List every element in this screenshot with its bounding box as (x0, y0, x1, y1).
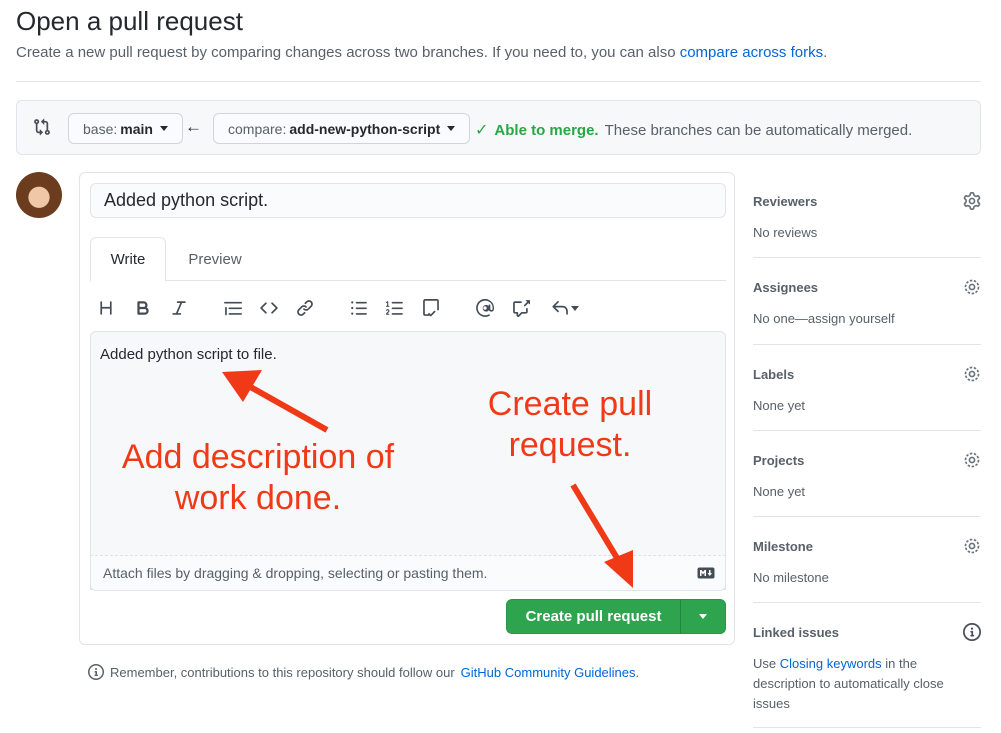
subtitle-suffix: . (823, 44, 828, 61)
chevron-down-icon (571, 305, 579, 311)
annotation-create: Create pull request. (460, 384, 680, 466)
sidebar-milestone[interactable]: Milestone No milestone (753, 537, 981, 603)
linked-issues-value: Use Closing keywords in the description … (753, 654, 968, 714)
annotation-description-line2: work done. (174, 478, 342, 517)
code-icon[interactable] (258, 297, 280, 319)
milestone-heading: Milestone (753, 539, 813, 554)
compare-label: compare: (228, 120, 287, 137)
description-text: Added python script to file. (100, 346, 277, 363)
sidebar-labels[interactable]: Labels None yet (753, 365, 981, 431)
base-label: base: (83, 120, 118, 137)
heading-icon[interactable] (95, 297, 117, 319)
markdown-icon[interactable] (697, 567, 715, 579)
markdown-toolbar (90, 291, 726, 325)
cross-reference-icon[interactable] (510, 297, 532, 319)
projects-value: None yet (753, 484, 806, 499)
annotation-description-line1: Add description of (121, 438, 395, 476)
reviewers-heading: Reviewers (753, 194, 818, 209)
merge-status: ✓ Able to merge. These branches can be a… (475, 120, 912, 140)
milestone-value: No milestone (753, 570, 829, 585)
sidebar-projects[interactable]: Projects None yet (753, 451, 981, 517)
page-title: Open a pull request (16, 6, 243, 36)
arrow-left-icon: ← (185, 117, 202, 136)
gear-icon[interactable] (963, 365, 981, 383)
link-icon[interactable] (294, 297, 316, 319)
annotation-description: Add description of work done. (108, 437, 408, 519)
branch-range-bar: base: main ← compare: add-new-python-scr… (16, 100, 981, 155)
sidebar-reviewers[interactable]: Reviewers No reviews (753, 192, 981, 258)
header-divider (16, 81, 981, 82)
compare-value: add-new-python-script (289, 120, 441, 137)
ordered-list-icon[interactable] (384, 297, 406, 319)
title-input[interactable] (90, 183, 726, 218)
sidebar-assignees[interactable]: Assignees No one—assign yourself (753, 278, 981, 345)
mention-icon[interactable] (474, 297, 496, 319)
tab-write[interactable]: Write (90, 237, 166, 282)
compare-branch-select[interactable]: compare: add-new-python-script (213, 113, 471, 144)
merge-detail-text: These branches can be automatically merg… (604, 121, 913, 139)
linked-prefix: Use (753, 656, 777, 671)
avatar[interactable] (16, 172, 62, 218)
gear-icon[interactable] (963, 278, 981, 296)
reply-icon[interactable] (548, 297, 582, 319)
info-icon (88, 664, 104, 680)
base-value: main (120, 120, 153, 137)
italic-icon[interactable] (168, 297, 190, 319)
attach-files-text: Attach files by dragging & dropping, sel… (103, 565, 488, 581)
reviewers-value: No reviews (753, 225, 818, 240)
linked-issues-heading: Linked issues (753, 625, 839, 640)
create-pull-request-button[interactable]: Create pull request (506, 599, 681, 634)
quote-icon[interactable] (222, 297, 244, 319)
guidelines-suffix: . (635, 664, 640, 680)
chevron-down-icon (447, 126, 456, 131)
gear-icon[interactable] (963, 537, 981, 555)
bold-icon[interactable] (132, 297, 154, 319)
subtitle-text: Create a new pull request by comparing c… (16, 44, 676, 61)
chevron-down-icon (699, 614, 707, 619)
assignees-value: No one—assign yourself (753, 311, 895, 326)
gear-icon[interactable] (963, 451, 981, 469)
check-icon: ✓ (475, 122, 489, 139)
guidelines-text: Remember, contributions to this reposito… (110, 664, 455, 680)
labels-heading: Labels (753, 367, 795, 382)
info-icon[interactable] (963, 623, 981, 641)
tab-preview[interactable]: Preview (177, 237, 253, 281)
assignees-heading: Assignees (753, 280, 819, 295)
sidebar-linked-issues: Linked issues Use Closing keywords in th… (753, 623, 981, 728)
create-options-dropdown[interactable] (680, 599, 726, 634)
compare-across-forks-link[interactable]: compare across forks (680, 44, 823, 61)
editor-tabs: Write Preview (90, 237, 726, 282)
gear-icon[interactable] (963, 192, 981, 210)
annotation-create-line1: Create pull (487, 385, 653, 423)
attach-files-bar[interactable]: Attach files by dragging & dropping, sel… (90, 555, 726, 591)
unordered-list-icon[interactable] (348, 297, 370, 319)
projects-heading: Projects (753, 453, 805, 468)
chevron-down-icon (159, 126, 168, 131)
task-list-icon[interactable] (420, 297, 442, 319)
closing-keywords-link[interactable]: Closing keywords (780, 656, 882, 671)
page-subtitle: Create a new pull request by comparing c… (16, 44, 827, 61)
community-guidelines-note: Remember, contributions to this reposito… (88, 664, 639, 680)
labels-value: None yet (753, 398, 806, 413)
base-branch-select[interactable]: base: main (68, 113, 183, 144)
merge-ok-text: Able to merge. (494, 121, 599, 139)
annotation-create-line2: request. (508, 425, 632, 464)
git-compare-icon (33, 118, 51, 136)
community-guidelines-link[interactable]: GitHub Community Guidelines (461, 665, 636, 680)
